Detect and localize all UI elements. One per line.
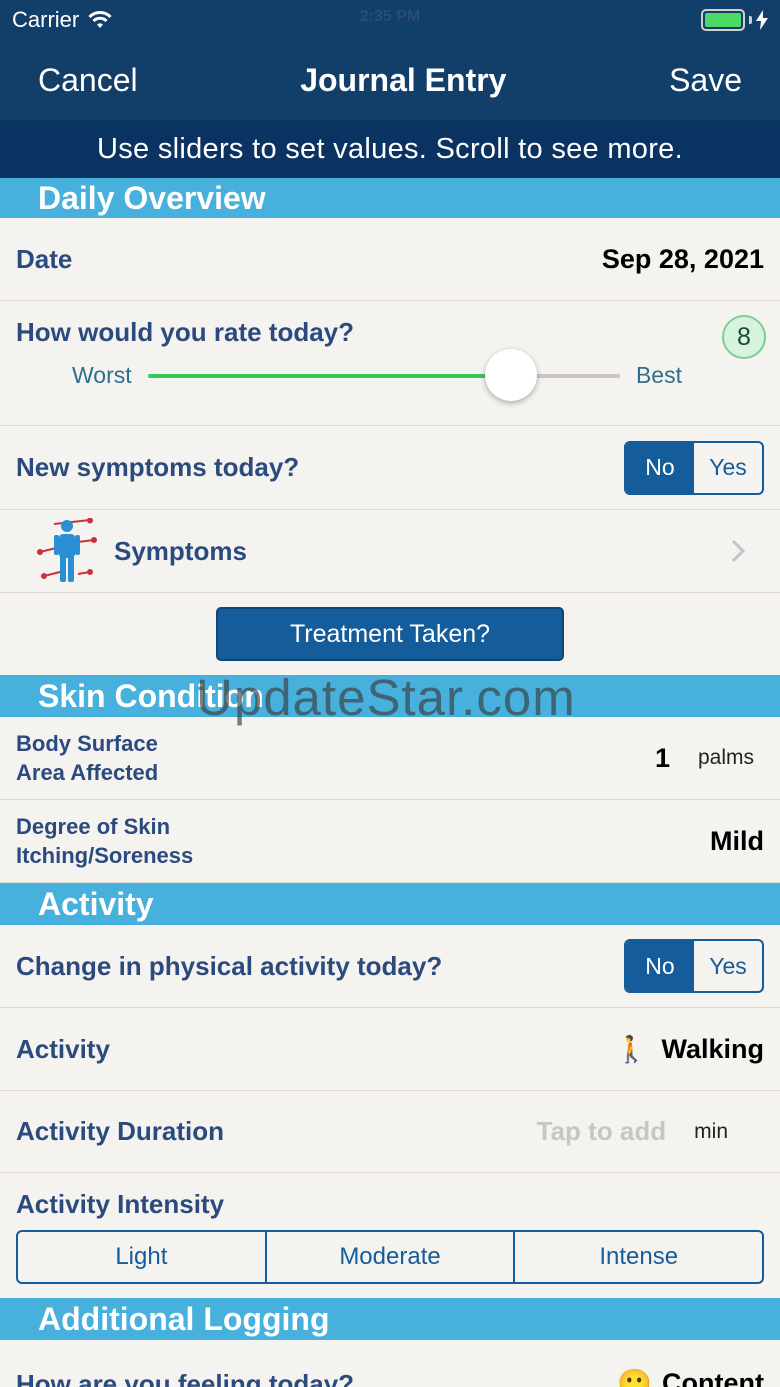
itch-label: Degree of Skin Itching/Soreness xyxy=(16,814,194,868)
bsa-row[interactable]: Body Surface Area Affected 1 palms xyxy=(0,717,780,800)
intensity-intense[interactable]: Intense xyxy=(513,1232,762,1282)
duration-row[interactable]: Activity Duration Tap to add min xyxy=(0,1091,780,1173)
new-symptoms-row: New symptoms today? No Yes xyxy=(0,426,780,510)
carrier-label: Carrier xyxy=(12,7,80,32)
charging-bolt-icon xyxy=(756,10,768,30)
instruction-banner: Use sliders to set values. Scroll to see… xyxy=(0,120,780,178)
activity-value: Walking xyxy=(661,1033,764,1064)
duration-value-group[interactable]: Tap to add min xyxy=(537,1116,764,1147)
section-activity: Activity xyxy=(0,883,780,925)
walking-icon: 🚶 xyxy=(615,1033,648,1064)
duration-label: Activity Duration xyxy=(16,1116,225,1146)
bsa-unit: palms xyxy=(697,746,754,769)
intensity-light[interactable]: Light xyxy=(18,1232,265,1282)
smile-emoji-icon: 🙂 xyxy=(617,1368,653,1387)
intensity-row: Activity Intensity Light Moderate Intens… xyxy=(0,1173,780,1298)
wifi-icon xyxy=(88,11,112,28)
navigation-bar: Cancel Journal Entry Save xyxy=(0,40,780,120)
slider-thumb[interactable] xyxy=(485,348,538,401)
date-row[interactable]: Date Sep 28, 2021 xyxy=(0,218,780,301)
rating-label: How would you rate today? xyxy=(16,317,355,347)
date-value[interactable]: Sep 28, 2021 xyxy=(602,244,764,275)
symptoms-row[interactable]: Symptoms xyxy=(0,510,780,593)
duration-input[interactable]: Tap to add xyxy=(537,1116,667,1147)
battery-icon xyxy=(701,9,745,31)
toggle-yes[interactable]: Yes xyxy=(694,941,762,991)
slider-track[interactable] xyxy=(147,348,620,401)
treatment-row: Treatment Taken? xyxy=(0,593,780,675)
bsa-value-group[interactable]: 1 palms xyxy=(655,743,764,774)
intensity-segmented-control[interactable]: Light Moderate Intense xyxy=(16,1230,764,1284)
feeling-label: How are you feeling today? xyxy=(16,1369,355,1387)
feeling-row[interactable]: How are you feeling today? 🙂 Content xyxy=(0,1340,780,1387)
toggle-yes[interactable]: Yes xyxy=(694,443,762,493)
save-button[interactable]: Save xyxy=(669,62,742,99)
section-skin-condition: Skin Condition xyxy=(0,675,780,717)
status-bar: Carrier xyxy=(0,0,780,40)
intensity-moderate[interactable]: Moderate xyxy=(264,1232,514,1282)
activity-label: Activity xyxy=(16,1033,110,1064)
rating-row: How would you rate today? 8 Worst Best xyxy=(0,301,780,426)
feeling-value: Content xyxy=(662,1368,764,1387)
activity-change-label: Change in physical activity today? xyxy=(16,950,443,981)
bsa-label: Body Surface Area Affected xyxy=(16,731,159,785)
section-daily-overview: Daily Overview xyxy=(0,178,780,218)
activity-change-row: Change in physical activity today? No Ye… xyxy=(0,925,780,1008)
rating-badge: 8 xyxy=(722,315,766,359)
toggle-no[interactable]: No xyxy=(626,941,694,991)
status-left: Carrier xyxy=(12,7,113,33)
cancel-button[interactable]: Cancel xyxy=(38,62,138,99)
itch-row[interactable]: Degree of Skin Itching/Soreness Mild xyxy=(0,800,780,883)
duration-unit: min xyxy=(694,1119,728,1143)
activity-value-group[interactable]: 🚶 Walking xyxy=(615,1034,764,1065)
toggle-no[interactable]: No xyxy=(626,442,694,493)
feeling-value-group[interactable]: 🙂 Content xyxy=(617,1367,764,1387)
new-symptoms-toggle[interactable]: No Yes xyxy=(624,440,764,495)
section-additional-logging: Additional Logging xyxy=(0,1298,780,1340)
body-symptoms-icon xyxy=(37,518,97,582)
bsa-value: 1 xyxy=(654,742,670,773)
slider-max-label: Best xyxy=(635,362,682,388)
itch-value[interactable]: Mild xyxy=(710,826,764,857)
treatment-taken-button[interactable]: Treatment Taken? xyxy=(216,607,564,661)
new-symptoms-label: New symptoms today? xyxy=(16,452,300,482)
chevron-right-icon xyxy=(731,539,746,563)
slider-fill xyxy=(147,373,512,378)
activity-change-toggle[interactable]: No Yes xyxy=(624,939,764,993)
page-title: Journal Entry xyxy=(300,61,507,98)
date-label: Date xyxy=(16,243,73,274)
rating-slider[interactable]: Worst Best xyxy=(16,348,764,401)
activity-row[interactable]: Activity 🚶 Walking xyxy=(0,1008,780,1091)
intensity-label: Activity Intensity xyxy=(16,1189,225,1219)
symptoms-label: Symptoms xyxy=(114,535,247,566)
battery-indicator xyxy=(701,9,768,31)
slider-min-label: Worst xyxy=(72,362,132,388)
